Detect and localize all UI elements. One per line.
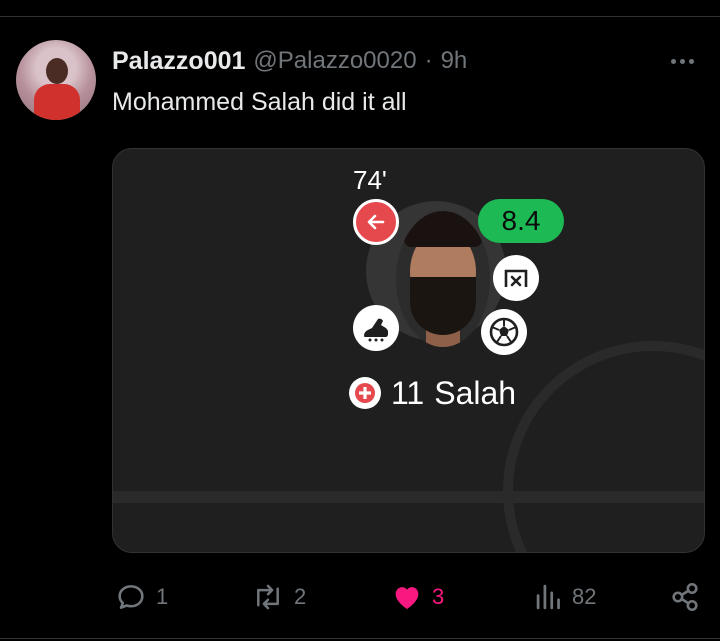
- views-button[interactable]: 82: [534, 580, 596, 614]
- avatar[interactable]: [16, 40, 96, 120]
- heart-icon: [395, 587, 419, 610]
- tweet-time[interactable]: 9h: [441, 47, 468, 75]
- avatar-shirt: [34, 84, 80, 120]
- more-dot-icon: [679, 58, 685, 64]
- more-options-button[interactable]: [664, 48, 700, 74]
- avatar-head: [46, 58, 68, 84]
- player-label: 11 Salah: [349, 371, 516, 415]
- more-dot-icon: [670, 58, 676, 64]
- views-icon: [536, 584, 560, 610]
- bottom-divider: [0, 638, 720, 639]
- share-button[interactable]: [668, 580, 702, 614]
- like-count: 3: [432, 584, 445, 609]
- player-number: 11: [391, 374, 425, 411]
- retweet-button[interactable]: 2: [250, 580, 306, 614]
- reply-button[interactable]: 1: [114, 580, 168, 614]
- player-beard: [410, 277, 476, 335]
- reply-icon: [118, 585, 144, 609]
- tweet-text: Mohammed Salah did it all: [112, 88, 407, 116]
- boot-icon: [353, 305, 399, 351]
- retweet-count: 2: [294, 584, 307, 609]
- views-count: 82: [572, 584, 597, 609]
- substitution-icon: [353, 199, 399, 245]
- media-card[interactable]: 74' 8.4 11 Salah: [112, 148, 705, 553]
- player-photo: [396, 211, 490, 347]
- share-icon: [672, 582, 698, 612]
- substitution-minute: 74': [353, 165, 387, 195]
- rating-badge: 8.4: [478, 199, 564, 243]
- player-hair: [404, 211, 482, 247]
- like-button[interactable]: 3: [390, 580, 444, 614]
- ball-icon: [481, 309, 527, 355]
- player-name: Salah: [434, 374, 517, 411]
- display-name[interactable]: Palazzo001: [112, 47, 245, 76]
- tweet-header: Palazzo001 @Palazzo0020 · 9h: [112, 44, 467, 78]
- user-handle[interactable]: @Palazzo0020: [253, 47, 416, 75]
- pitch-center-circle: [503, 341, 704, 552]
- injury-icon: [349, 377, 381, 409]
- top-divider: [0, 16, 720, 17]
- more-dot-icon: [688, 58, 694, 64]
- reply-count: 1: [156, 584, 169, 609]
- separator-dot: ·: [424, 47, 433, 74]
- retweet-icon: [257, 584, 279, 610]
- save-icon: [493, 255, 539, 301]
